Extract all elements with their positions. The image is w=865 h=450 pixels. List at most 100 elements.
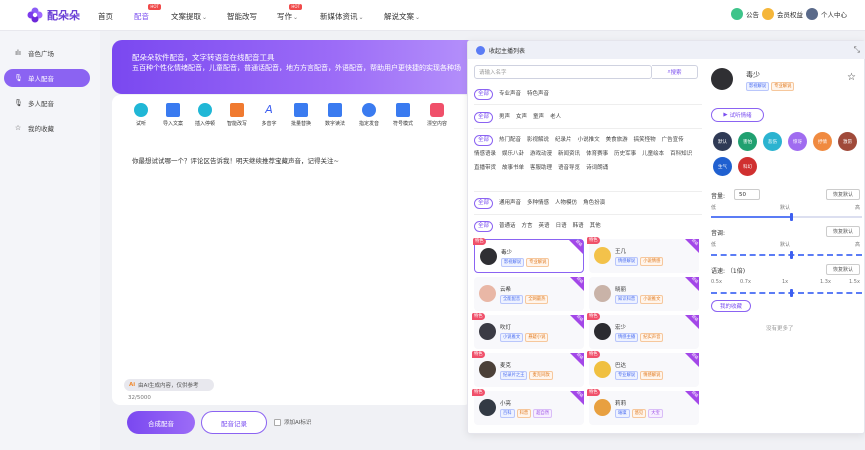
reset-speed-button[interactable]: 恢复默认: [826, 264, 860, 275]
emotion-sad[interactable]: 悲伤: [763, 132, 782, 151]
preview-emotion-button[interactable]: ▶ 试听情绪: [711, 108, 764, 122]
voice-search-input[interactable]: 请输入名字: [474, 65, 652, 79]
speed-slider[interactable]: [711, 289, 862, 297]
my-favorites-button[interactable]: 我的收藏: [711, 300, 751, 312]
filter-chip[interactable]: 娱乐八卦: [502, 148, 524, 160]
slider-handle[interactable]: [789, 289, 793, 297]
slider-handle[interactable]: [789, 251, 793, 259]
filter-chip[interactable]: 日语: [556, 220, 567, 232]
emotion-scifi[interactable]: 科幻: [738, 157, 757, 176]
reset-volume-button[interactable]: 恢复默认: [826, 189, 860, 200]
filter-chip[interactable]: 全部: [474, 198, 494, 209]
filter-chip[interactable]: 童声: [533, 111, 544, 123]
filter-chip[interactable]: 体育赛事: [586, 148, 608, 160]
filter-chip[interactable]: 直播带货: [474, 162, 496, 174]
logo[interactable]: 配朵朵: [27, 7, 80, 23]
tool-import[interactable]: 导入文案: [158, 103, 188, 127]
filter-chip[interactable]: 热门配音: [499, 134, 521, 146]
filter-chip[interactable]: 全部: [474, 89, 494, 100]
tool-pronunciation[interactable]: 指定发音: [354, 103, 384, 127]
nav-dubbing[interactable]: 配音 HOT: [134, 4, 161, 22]
voice-card[interactable]: 云希 全能配音 全网最热 超级: [474, 276, 584, 311]
nav-smart-rewrite[interactable]: 智能改写: [227, 11, 257, 22]
filter-chip[interactable]: 美食旅游: [606, 134, 628, 146]
filter-chip[interactable]: 语音导览: [558, 162, 580, 174]
filter-chip[interactable]: 韩语: [573, 220, 584, 232]
vip-link[interactable]: 会员权益: [762, 8, 803, 20]
volume-stepper[interactable]: 50: [734, 189, 760, 200]
voice-card[interactable]: 宏少 情感主播 纪实声音 特色 超级: [587, 313, 699, 349]
filter-chip[interactable]: 故事书单: [502, 162, 524, 174]
voice-card[interactable]: 麦克 纪录片之王 麦克同款 特色 超级: [472, 351, 584, 387]
filter-chip[interactable]: 新闻资讯: [558, 148, 580, 160]
voice-card[interactable]: 王几 情感解说 小说情感 特色 超级: [587, 237, 699, 273]
tool-batch-replace[interactable]: 批量替换: [286, 103, 316, 127]
dubbing-record-button[interactable]: 配音记录: [201, 411, 267, 434]
tool-symbol-mode[interactable]: 符号模式: [388, 103, 418, 127]
checkbox-box[interactable]: [274, 418, 281, 426]
filter-chip[interactable]: 全部: [474, 112, 494, 123]
filter-chip[interactable]: 小说推文: [578, 134, 600, 146]
filter-chip[interactable]: 英语: [539, 220, 550, 232]
filter-chip[interactable]: 影视解说: [527, 134, 549, 146]
filter-chip[interactable]: 方言: [522, 220, 533, 232]
voice-card[interactable]: 巴达 专业解说 情感解说 特色 超级: [587, 351, 699, 387]
filter-chip[interactable]: 女声: [516, 111, 527, 123]
filter-chip[interactable]: 诗词朗诵: [586, 162, 608, 174]
voice-card[interactable]: 毒少 影视解说 专业解说 特色 超级: [473, 238, 584, 273]
synthesize-button[interactable]: 合成配音: [127, 411, 195, 434]
favorite-star-icon[interactable]: ☆: [847, 72, 856, 83]
tool-pause[interactable]: 插入停顿: [190, 103, 220, 127]
voice-card[interactable]: 晓丽 知识科普 小说推文 超级: [589, 276, 699, 311]
search-button[interactable]: ⌕ 搜索: [652, 65, 698, 79]
filter-chip[interactable]: 角色扮演: [583, 197, 605, 209]
filter-chip[interactable]: 搞笑怪物: [634, 134, 656, 146]
emotion-excited[interactable]: 激昂: [838, 132, 857, 151]
filter-chip[interactable]: 普通话: [499, 220, 516, 232]
sidebar-item-favorites[interactable]: ☆ 我的收藏: [4, 119, 90, 137]
emotion-default[interactable]: 默认: [713, 132, 732, 151]
voice-card[interactable]: 小亮 百科 科普 超自然 特色 超级: [472, 389, 584, 425]
filter-chip[interactable]: 其他: [590, 220, 601, 232]
reset-pitch-button[interactable]: 恢复默认: [826, 226, 860, 237]
editor-content[interactable]: 你最想试试哪一个？评论区告诉我！明天继续推荐宝藏声音，记得关注~: [132, 155, 339, 165]
sidebar-item-multi-dubbing[interactable]: 🎙 多人配音: [4, 94, 90, 112]
filter-chip[interactable]: 情感语录: [474, 148, 496, 160]
filter-chip[interactable]: 客服助理: [530, 162, 552, 174]
filter-chip[interactable]: 男声: [499, 111, 510, 123]
nav-text-extract[interactable]: 文案提取⌄: [171, 11, 207, 22]
filter-chip[interactable]: 全部: [474, 135, 494, 146]
tool-preview[interactable]: 试听: [126, 103, 156, 127]
filter-chip[interactable]: 通用声音: [499, 197, 521, 209]
volume-slider[interactable]: [711, 213, 862, 221]
emotion-surprise[interactable]: 惊讶: [788, 132, 807, 151]
collapse-icon[interactable]: ⤡: [854, 45, 860, 55]
nav-writing[interactable]: 写作⌄ HOT: [277, 4, 303, 22]
filter-chip[interactable]: 全部: [474, 221, 494, 232]
filter-chip[interactable]: 多种情感: [527, 197, 549, 209]
filter-chip[interactable]: 儿童绘本: [642, 148, 664, 160]
voice-card[interactable]: 吹灯 小说推文 悬疑小说 特色 超级: [472, 313, 584, 349]
user-center-link[interactable]: 个人中心: [806, 8, 847, 20]
filter-chip[interactable]: 人物模仿: [555, 197, 577, 209]
filter-chip[interactable]: 百科知识: [670, 148, 692, 160]
nav-commentary[interactable]: 解说文案⌄: [384, 11, 420, 22]
tool-rewrite[interactable]: 智能改写: [222, 103, 252, 127]
filter-chip[interactable]: 特色声音: [527, 88, 549, 100]
emotion-angry[interactable]: 生气: [713, 157, 732, 176]
tool-number-reading[interactable]: 数字读法: [320, 103, 350, 127]
filter-chip[interactable]: 专业声音: [499, 88, 521, 100]
announce-link[interactable]: 公告: [731, 8, 759, 20]
filter-chip[interactable]: 历史军事: [614, 148, 636, 160]
slider-handle[interactable]: [789, 213, 793, 221]
emotion-fear[interactable]: 害怕: [738, 132, 757, 151]
collapse-voice-list[interactable]: 收起主播列表 ⤡: [468, 41, 865, 59]
tool-clear[interactable]: 漂空内容: [422, 103, 452, 127]
filter-chip[interactable]: 老人: [550, 111, 561, 123]
nav-home[interactable]: 首页: [98, 11, 113, 22]
pitch-slider[interactable]: [711, 251, 862, 259]
voice-card[interactable]: 莉莉 璀璨 悠见 大宝 特色 超级: [587, 389, 699, 425]
ai-mark-checkbox[interactable]: 添加AI标识: [274, 418, 311, 426]
filter-chip[interactable]: 游戏动漫: [530, 148, 552, 160]
filter-chip[interactable]: 纪录片: [555, 134, 572, 146]
